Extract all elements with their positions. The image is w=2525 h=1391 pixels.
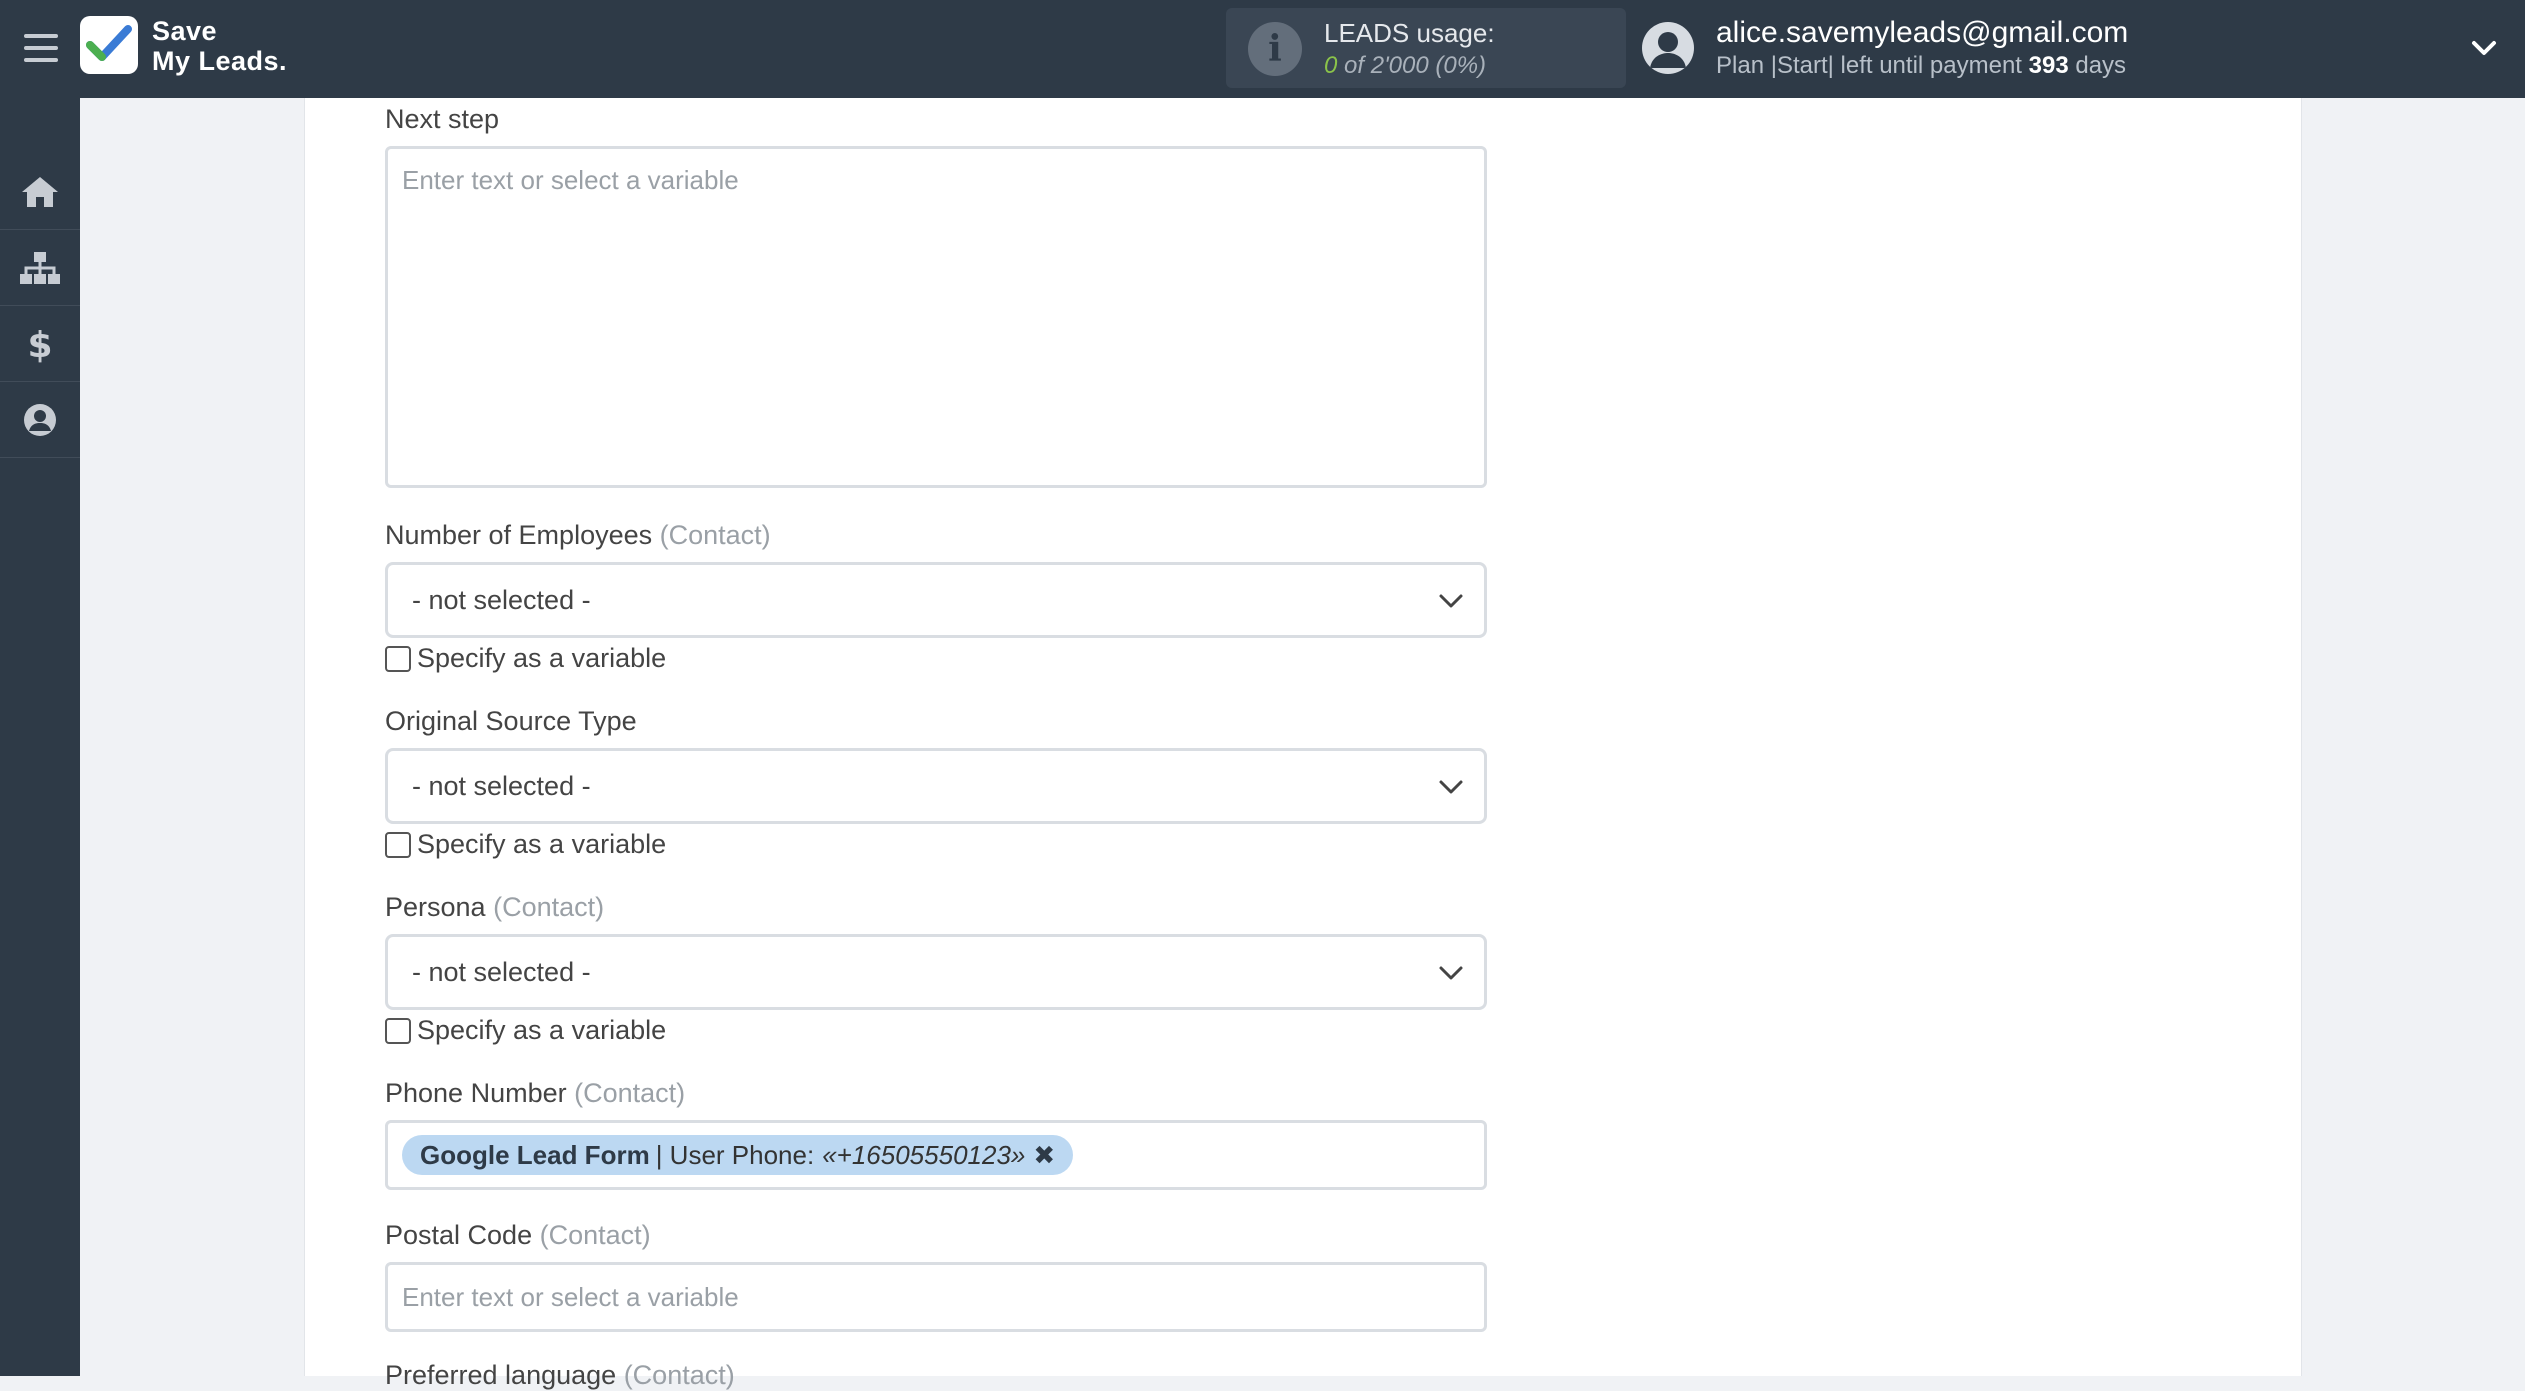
- usage-used: 0: [1324, 52, 1338, 79]
- source-type-select[interactable]: - not selected -: [385, 748, 1487, 824]
- employees-select[interactable]: - not selected -: [385, 562, 1487, 638]
- postal-placeholder: Enter text or select a variable: [402, 1281, 739, 1312]
- employees-variable-row[interactable]: Specify as a variable: [385, 643, 666, 674]
- next-step-label-text: Next step: [385, 104, 500, 134]
- sitemap-icon: [20, 251, 60, 284]
- source-type-label: Original Source Type: [385, 706, 637, 737]
- employees-label: Number of Employees (Contact): [385, 520, 771, 551]
- user-plan: Plan |Start| left until payment 393 days: [1716, 52, 2126, 80]
- chevron-down-icon: [1439, 966, 1463, 980]
- postal-label-sub: (Contact): [539, 1220, 651, 1250]
- chevron-down-icon: [1439, 594, 1463, 608]
- plan-days-suffix: days: [2075, 52, 2127, 79]
- persona-variable-row[interactable]: Specify as a variable: [385, 1015, 666, 1046]
- leads-usage-panel: i LEADS usage: 0 of 2'000 (0%): [1226, 8, 1626, 88]
- persona-label: Persona (Contact): [385, 892, 604, 923]
- employees-variable-label[interactable]: Specify as a variable: [417, 643, 666, 674]
- close-icon[interactable]: ✖: [1033, 1140, 1055, 1171]
- persona-label-sub: (Contact): [493, 892, 605, 922]
- logo-line-1: Save: [152, 16, 218, 46]
- employees-label-sub: (Contact): [659, 520, 771, 550]
- phone-variable-tag[interactable]: Google Lead Form | User Phone: «+1650555…: [402, 1135, 1074, 1175]
- source-type-select-value: - not selected -: [412, 770, 591, 801]
- logo-icon[interactable]: [80, 16, 138, 74]
- persona-label-text: Persona: [385, 892, 486, 922]
- employees-label-text: Number of Employees: [385, 520, 653, 550]
- avatar[interactable]: [1642, 22, 1694, 74]
- phone-label-sub: (Contact): [574, 1078, 686, 1108]
- tag-value: «+16505550123»: [822, 1139, 1026, 1170]
- language-label-sub: (Contact): [623, 1360, 735, 1390]
- phone-input[interactable]: Google Lead Form | User Phone: «+1650555…: [385, 1120, 1487, 1190]
- menu-icon[interactable]: [24, 31, 58, 65]
- sidebar-item-home[interactable]: [0, 154, 80, 230]
- user-circle-icon: [24, 403, 56, 436]
- top-bar: Save My Leads. i LEADS usage: 0 of 2'000…: [0, 0, 2525, 98]
- svg-text:$: $: [27, 325, 52, 364]
- logo-text[interactable]: Save My Leads.: [152, 16, 287, 76]
- user-email[interactable]: alice.savemyleads@gmail.com: [1716, 16, 2128, 50]
- postal-label-text: Postal Code: [385, 1220, 533, 1250]
- home-icon: [22, 176, 58, 207]
- employees-variable-checkbox[interactable]: [385, 645, 411, 672]
- sidebar: $: [0, 98, 80, 1376]
- next-step-textarea[interactable]: Enter text or select a variable: [385, 146, 1487, 488]
- sidebar-item-billing[interactable]: $: [0, 306, 80, 382]
- language-label-text: Preferred language: [385, 1360, 617, 1390]
- dollar-icon: $: [27, 325, 52, 364]
- usage-total: of 2'000: [1344, 52, 1429, 79]
- tag-source: Google Lead Form: [420, 1139, 650, 1170]
- tag-separator: | User Phone:: [655, 1139, 815, 1170]
- persona-select[interactable]: - not selected -: [385, 934, 1487, 1010]
- chevron-down-icon: [1439, 780, 1463, 794]
- plan-prefix: Plan |Start| left until payment: [1716, 52, 2022, 79]
- info-icon[interactable]: i: [1248, 22, 1302, 76]
- employees-select-value: - not selected -: [412, 584, 591, 615]
- usage-percent: (0%): [1435, 52, 1487, 79]
- chevron-down-icon[interactable]: [2470, 36, 2498, 60]
- phone-label-text: Phone Number: [385, 1078, 567, 1108]
- sidebar-item-connections[interactable]: [0, 230, 80, 306]
- source-type-variable-label[interactable]: Specify as a variable: [417, 829, 666, 860]
- logo-line-2: My Leads.: [152, 46, 288, 76]
- persona-variable-checkbox[interactable]: [385, 1017, 411, 1044]
- source-type-label-text: Original Source Type: [385, 706, 637, 736]
- next-step-label: Next step: [385, 104, 499, 135]
- usage-value: 0 of 2'000 (0%): [1324, 52, 1486, 80]
- persona-select-value: - not selected -: [412, 956, 591, 987]
- postal-label: Postal Code (Contact): [385, 1220, 651, 1251]
- next-step-placeholder: Enter text or select a variable: [402, 165, 739, 195]
- usage-title: LEADS usage:: [1324, 18, 1495, 48]
- sidebar-item-account[interactable]: [0, 382, 80, 458]
- postal-input[interactable]: Enter text or select a variable: [385, 1262, 1487, 1332]
- source-type-variable-checkbox[interactable]: [385, 831, 411, 858]
- phone-label: Phone Number (Contact): [385, 1078, 685, 1109]
- source-type-variable-row[interactable]: Specify as a variable: [385, 829, 666, 860]
- persona-variable-label[interactable]: Specify as a variable: [417, 1015, 666, 1046]
- plan-days: 393: [2028, 52, 2069, 79]
